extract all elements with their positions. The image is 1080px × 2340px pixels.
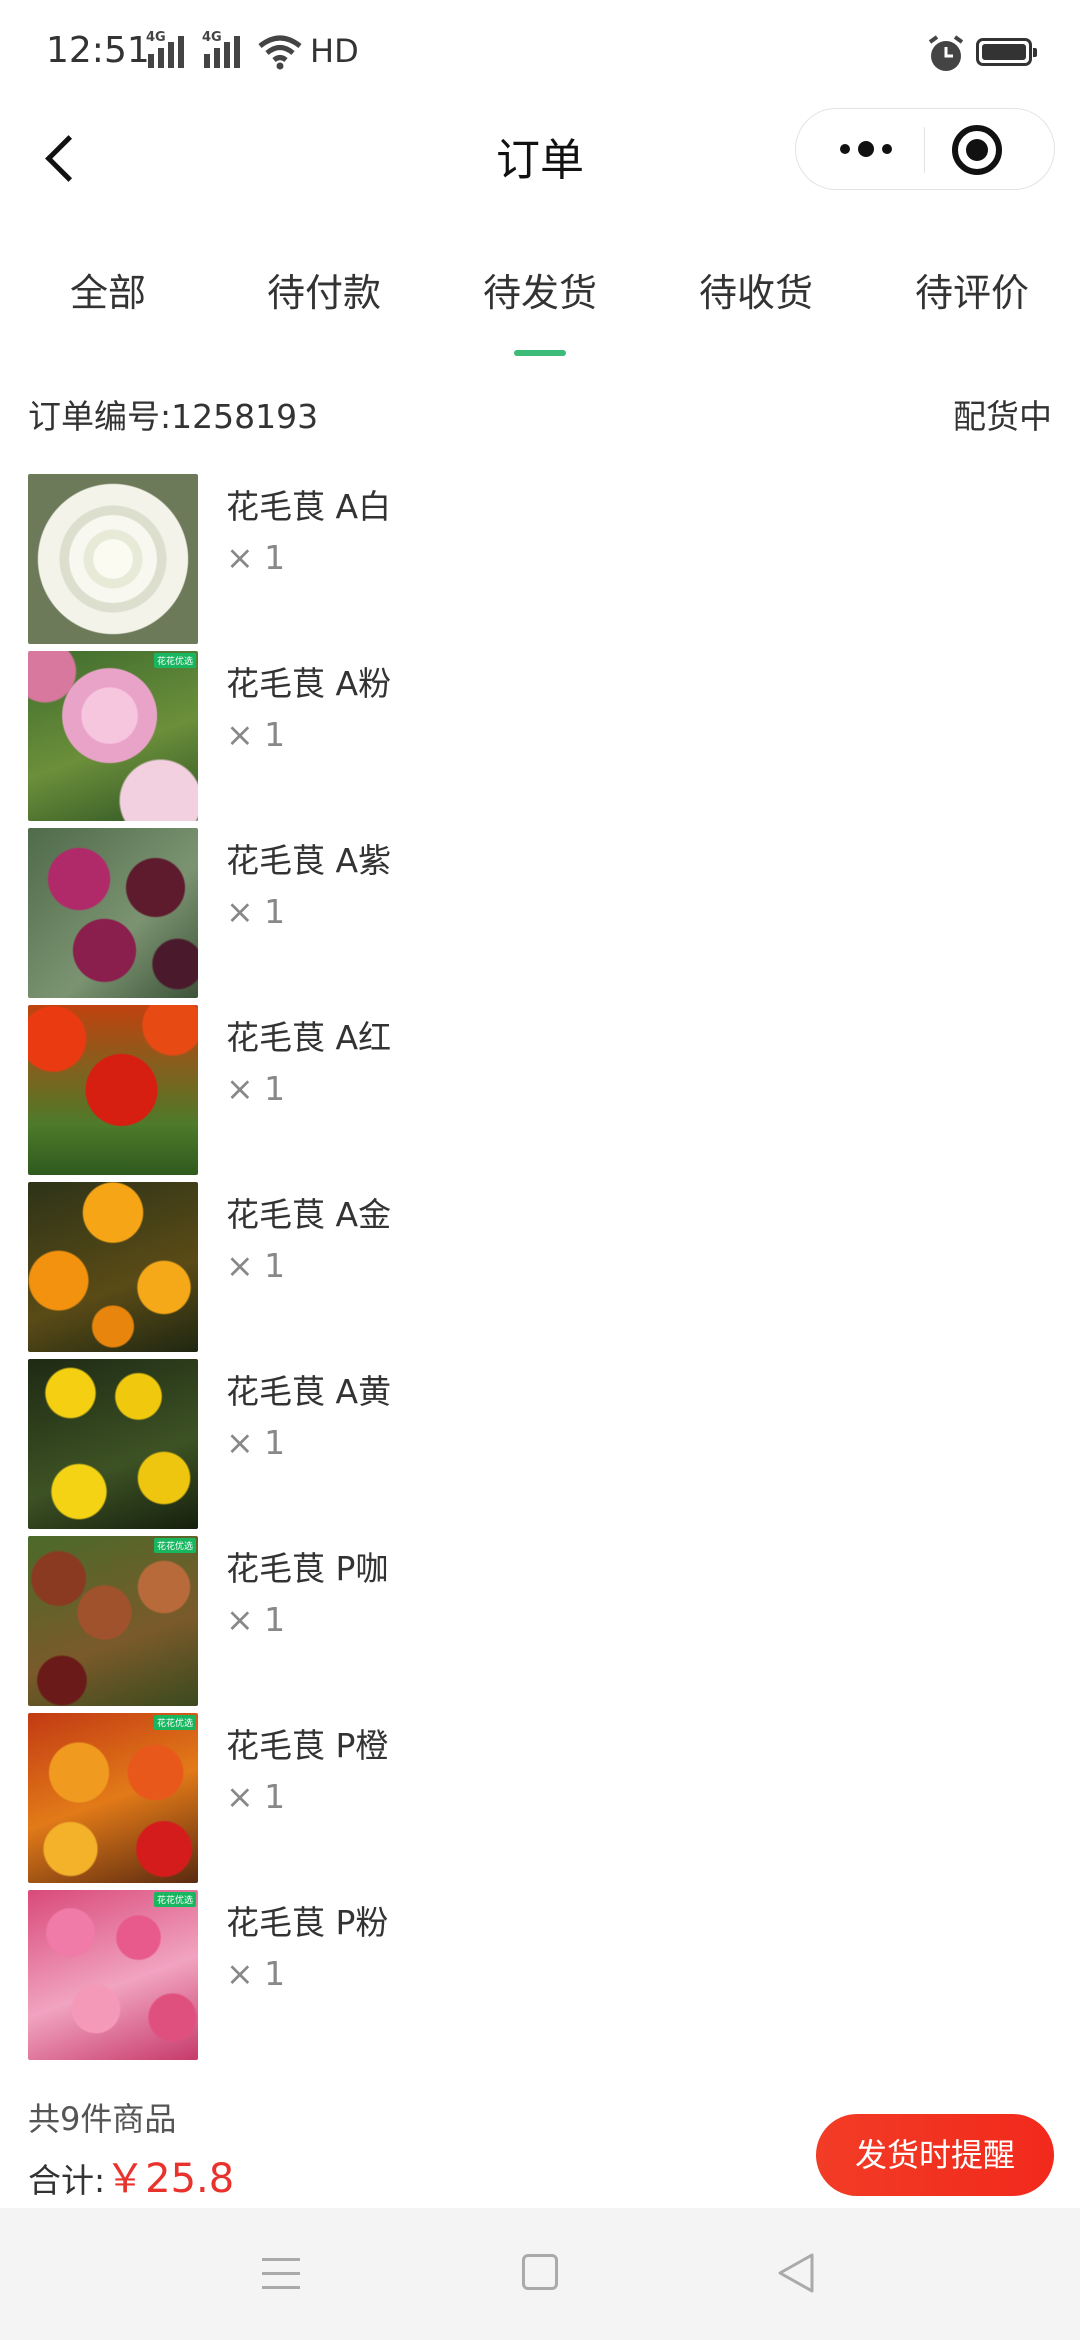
- alarm-icon: [928, 35, 964, 71]
- product-quantity: × 1: [226, 1069, 286, 1108]
- capsule-divider: [924, 127, 925, 173]
- system-nav-bar: [0, 2208, 1080, 2340]
- product-quantity: × 1: [226, 715, 286, 754]
- total-label: 合计:: [28, 2161, 106, 2200]
- status-bar: 12:51 4G 4G HD: [0, 0, 1080, 100]
- list-item[interactable]: 花花优选 花毛茛 P橙 × 1: [0, 1713, 1080, 1890]
- order-header: 订单编号:1258193 配货中: [0, 360, 1080, 460]
- active-tab-indicator: [514, 350, 566, 356]
- product-image: [28, 1359, 198, 1529]
- product-name: 花毛茛 A金: [226, 1195, 392, 1234]
- product-name: 花毛茛 A白: [226, 487, 392, 526]
- list-item[interactable]: 花毛茛 A金 × 1: [0, 1182, 1080, 1359]
- product-quantity: × 1: [226, 892, 286, 931]
- list-item[interactable]: 花花优选 花毛茛 P粉 × 1: [0, 1890, 1080, 2067]
- product-name: 花毛茛 P咖: [226, 1549, 389, 1588]
- product-image: 花花优选: [28, 1536, 198, 1706]
- home-square-icon[interactable]: [522, 2254, 558, 2290]
- product-name: 花毛茛 A紫: [226, 841, 392, 880]
- product-image: [28, 1182, 198, 1352]
- list-item[interactable]: 花毛茛 A白 × 1: [0, 474, 1080, 651]
- order-status: 配货中: [953, 397, 1052, 436]
- more-button[interactable]: [814, 109, 914, 189]
- product-image: [28, 828, 198, 998]
- tab-all[interactable]: 全部: [18, 262, 198, 317]
- product-badge: 花花优选: [153, 653, 196, 668]
- product-name: 花毛茛 P粉: [226, 1903, 389, 1942]
- product-quantity: × 1: [226, 1777, 286, 1816]
- total-price: ￥25.8: [105, 2156, 235, 2202]
- list-item[interactable]: 花毛茛 A黄 × 1: [0, 1359, 1080, 1536]
- product-badge: 花花优选: [153, 1892, 196, 1907]
- signal-icon: 4G: [146, 30, 184, 68]
- product-name: 花毛茛 A黄: [226, 1372, 392, 1411]
- order-tabs: 全部 待付款 待发货 待收货 待评价: [0, 210, 1080, 360]
- nav-header: 订单: [0, 100, 1080, 210]
- tab-pending-review[interactable]: 待评价: [882, 262, 1062, 317]
- list-item[interactable]: 花花优选 花毛茛 P咖 × 1: [0, 1536, 1080, 1713]
- product-image: [28, 1005, 198, 1175]
- list-item[interactable]: 花毛茛 A紫 × 1: [0, 828, 1080, 1005]
- product-name: 花毛茛 A粉: [226, 664, 392, 703]
- mini-program-capsule: [795, 108, 1055, 190]
- list-item[interactable]: 花毛茛 A红 × 1: [0, 1005, 1080, 1182]
- menu-icon[interactable]: [262, 2256, 302, 2290]
- product-name: 花毛茛 P橙: [226, 1726, 389, 1765]
- network-hd-label: HD: [310, 32, 359, 70]
- product-badge: 花花优选: [153, 1715, 196, 1730]
- status-time: 12:51: [46, 30, 150, 71]
- product-quantity: × 1: [226, 1600, 286, 1639]
- product-name: 花毛茛 A红: [226, 1018, 392, 1057]
- wifi-icon: [258, 35, 302, 70]
- order-number: 订单编号:1258193: [28, 397, 319, 436]
- order-item-list: 花毛茛 A白 × 1 花花优选 花毛茛 A粉 × 1 花毛茛 A紫 × 1 花毛…: [0, 474, 1080, 2067]
- product-quantity: × 1: [226, 1423, 286, 1462]
- tab-pending-shipment[interactable]: 待发货: [450, 262, 630, 317]
- product-image: 花花优选: [28, 651, 198, 821]
- list-item[interactable]: 花花优选 花毛茛 A粉 × 1: [0, 651, 1080, 828]
- back-triangle-icon[interactable]: [776, 2252, 816, 2294]
- battery-icon: [976, 38, 1037, 66]
- product-image: [28, 474, 198, 644]
- product-quantity: × 1: [226, 538, 286, 577]
- tab-pending-receipt[interactable]: 待收货: [666, 262, 846, 317]
- product-quantity: × 1: [226, 1246, 286, 1285]
- remind-shipment-button[interactable]: 发货时提醒: [816, 2114, 1054, 2196]
- more-dots-icon: [840, 144, 850, 154]
- item-count: 共9件商品: [28, 2100, 177, 2138]
- signal-icon-2: 4G: [202, 30, 240, 68]
- tab-pending-payment[interactable]: 待付款: [234, 262, 414, 317]
- close-mini-program-button[interactable]: [946, 119, 1008, 181]
- product-badge: 花花优选: [153, 1538, 196, 1553]
- product-image: 花花优选: [28, 1890, 198, 2060]
- product-quantity: × 1: [226, 1954, 286, 1993]
- product-image: 花花优选: [28, 1713, 198, 1883]
- order-total: 合计:￥25.8: [28, 2146, 234, 2204]
